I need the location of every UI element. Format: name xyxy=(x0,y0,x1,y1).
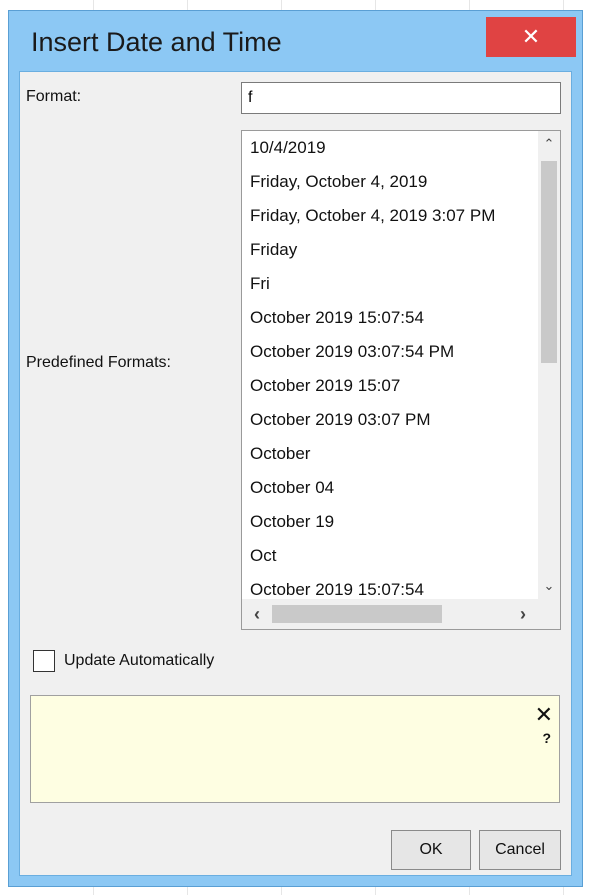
scroll-left-icon[interactable]: ‹ xyxy=(244,599,270,629)
predefined-formats-label: Predefined Formats: xyxy=(26,354,171,371)
update-automatically-checkbox[interactable] xyxy=(33,650,55,672)
scroll-up-icon[interactable]: ⌃ xyxy=(538,133,560,155)
help-close-icon[interactable]: ✕ xyxy=(535,702,553,728)
update-automatically-label[interactable]: Update Automatically xyxy=(64,652,214,670)
format-list-item[interactable]: October 2019 15:07:54 xyxy=(242,301,538,335)
cancel-button[interactable]: Cancel xyxy=(479,830,561,870)
format-list-item[interactable]: October 04 xyxy=(242,471,538,505)
dialog-body: Format: Predefined Formats: 10/4/2019Fri… xyxy=(19,71,572,876)
format-list-item[interactable]: Oct xyxy=(242,539,538,573)
format-list-item[interactable]: Friday xyxy=(242,233,538,267)
horizontal-scrollbar[interactable]: ‹ › xyxy=(242,599,538,629)
format-list-item[interactable]: October 2019 03:07:54 PM xyxy=(242,335,538,369)
format-list-item[interactable]: October 2019 03:07 PM xyxy=(242,403,538,437)
close-button[interactable]: ✕ xyxy=(486,17,576,57)
format-list-item[interactable]: Friday, October 4, 2019 xyxy=(242,165,538,199)
insert-date-time-dialog: Insert Date and Time ✕ Format: Predefine… xyxy=(8,10,583,887)
format-list-item[interactable]: Fri xyxy=(242,267,538,301)
close-icon: ✕ xyxy=(521,24,541,49)
horizontal-scroll-thumb[interactable] xyxy=(272,605,442,623)
format-list-item[interactable]: October 19 xyxy=(242,505,538,539)
list-items: 10/4/2019 Friday, October 4, 2019 Friday, … xyxy=(242,131,538,599)
format-list-item[interactable]: October xyxy=(242,437,538,471)
scrollbar-corner xyxy=(538,599,560,629)
format-list-item[interactable]: Friday, October 4, 2019 3:07 PM xyxy=(242,199,538,233)
format-list-item[interactable]: October 2019 15:07:54 xyxy=(242,573,538,599)
format-label: Format: xyxy=(26,88,82,105)
format-list-item[interactable]: October 2019 15:07 xyxy=(242,369,538,403)
vertical-scroll-thumb[interactable] xyxy=(541,161,557,363)
format-input[interactable] xyxy=(241,82,561,114)
predefined-formats-list[interactable]: 10/4/2019 Friday, October 4, 2019 Friday, … xyxy=(241,130,561,630)
format-list-item[interactable]: 10/4/2019 xyxy=(242,131,538,165)
title-bar[interactable]: Insert Date and Time ✕ xyxy=(9,11,582,69)
ok-button[interactable]: OK xyxy=(391,830,471,870)
dialog-title: Insert Date and Time xyxy=(31,27,282,57)
help-question-icon[interactable]: ? xyxy=(542,730,551,746)
help-panel: ✕ ? xyxy=(30,695,560,803)
scroll-down-icon[interactable]: ⌄ xyxy=(538,575,560,597)
scroll-right-icon[interactable]: › xyxy=(510,599,536,629)
vertical-scrollbar[interactable]: ⌃ ⌄ xyxy=(538,131,560,599)
